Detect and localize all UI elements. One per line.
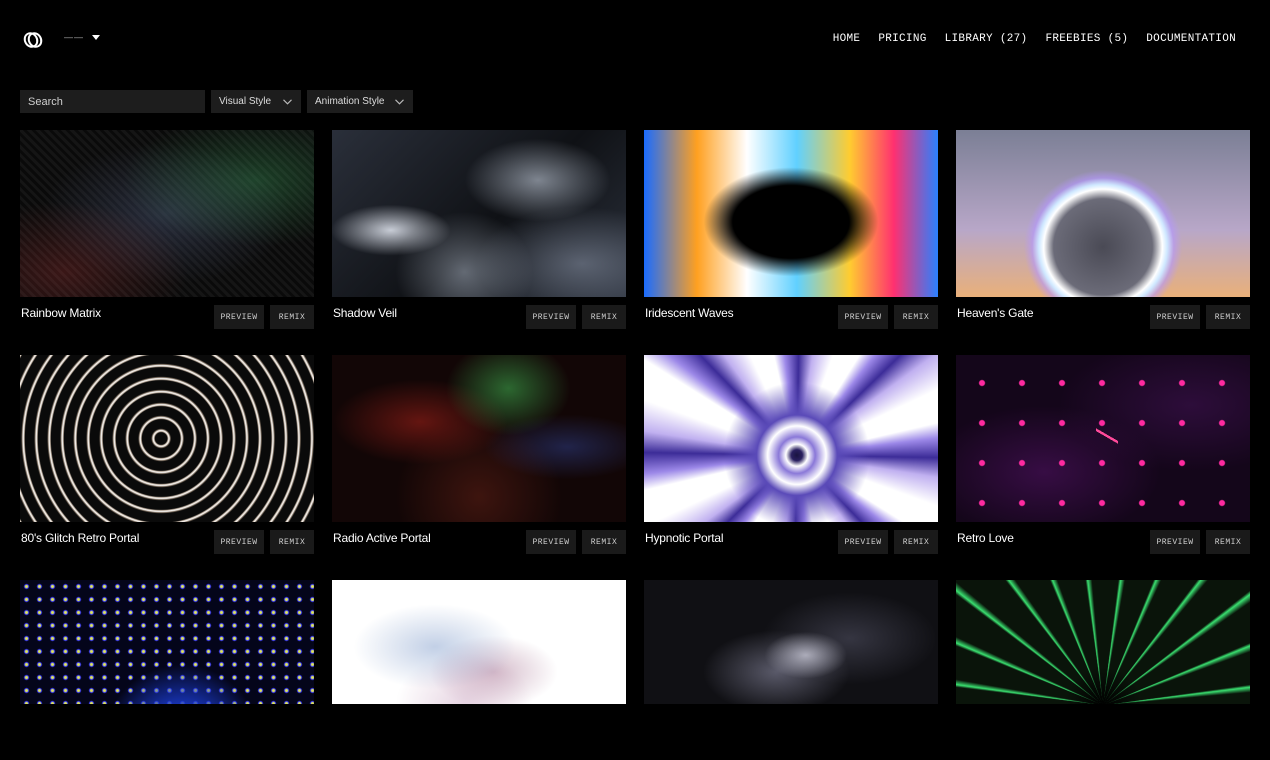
remix-button[interactable]: REMIX [270, 305, 314, 329]
shader-card: Hypnotic Portal PREVIEW REMIX [644, 355, 938, 555]
preview-button[interactable]: PREVIEW [838, 530, 888, 554]
nav-pricing[interactable]: PRICING [872, 31, 932, 47]
nav-documentation[interactable]: DOCUMENTATION [1140, 31, 1242, 47]
chevron-down-icon [283, 98, 292, 105]
filter-bar: Visual Style Animation Style [20, 90, 413, 113]
shader-title: 80's Glitch Retro Portal [21, 531, 140, 545]
shader-card [332, 580, 626, 704]
caret-down-icon [92, 34, 100, 40]
shader-card [956, 580, 1250, 704]
remix-button[interactable]: REMIX [582, 305, 626, 329]
remix-button[interactable]: REMIX [1206, 530, 1250, 554]
remix-button[interactable]: REMIX [270, 530, 314, 554]
language-selector[interactable]: —— [64, 32, 100, 42]
top-header: —— HOME PRICING LIBRARY (27) FREEBIES (5… [0, 0, 1270, 80]
search-input[interactable] [20, 90, 205, 113]
nav-library[interactable]: LIBRARY (27) [939, 31, 1034, 47]
shader-card: Retro Love PREVIEW REMIX [956, 355, 1250, 555]
preview-button[interactable]: PREVIEW [214, 305, 264, 329]
shader-title: Hypnotic Portal [645, 531, 724, 545]
remix-button[interactable]: REMIX [582, 530, 626, 554]
shader-thumbnail[interactable] [20, 355, 314, 522]
preview-button[interactable]: PREVIEW [1150, 305, 1200, 329]
shader-thumbnail[interactable] [644, 355, 938, 522]
shader-thumbnail[interactable] [956, 580, 1250, 704]
logo-icon[interactable] [22, 30, 44, 50]
shader-card [644, 580, 938, 704]
shader-thumbnail[interactable] [332, 130, 626, 297]
shader-card: Iridescent Waves PREVIEW REMIX [644, 130, 938, 330]
shader-thumbnail[interactable] [956, 130, 1250, 297]
shader-card: Shadow Veil PREVIEW REMIX [332, 130, 626, 330]
shader-grid: Rainbow Matrix PREVIEW REMIX Shadow Veil… [20, 130, 1250, 704]
remix-button[interactable]: REMIX [1206, 305, 1250, 329]
shader-card: 80's Glitch Retro Portal PREVIEW REMIX [20, 355, 314, 555]
animation-style-dropdown[interactable]: Animation Style [307, 90, 413, 113]
preview-button[interactable]: PREVIEW [1150, 530, 1200, 554]
language-label: —— [64, 32, 84, 42]
shader-title: Radio Active Portal [333, 531, 431, 545]
shader-card [20, 580, 314, 704]
shader-card: Heaven's Gate PREVIEW REMIX [956, 130, 1250, 330]
remix-button[interactable]: REMIX [894, 305, 938, 329]
visual-style-dropdown[interactable]: Visual Style [211, 90, 301, 113]
shader-thumbnail[interactable] [20, 130, 314, 297]
shader-thumbnail[interactable] [644, 580, 938, 704]
shader-card: Radio Active Portal PREVIEW REMIX [332, 355, 626, 555]
shader-card: Rainbow Matrix PREVIEW REMIX [20, 130, 314, 330]
nav-freebies[interactable]: FREEBIES (5) [1039, 31, 1134, 47]
chevron-down-icon [395, 98, 404, 105]
preview-button[interactable]: PREVIEW [214, 530, 264, 554]
shader-title: Iridescent Waves [645, 306, 734, 320]
shader-thumbnail[interactable] [332, 355, 626, 522]
animation-style-label: Animation Style [315, 96, 385, 107]
shader-title: Heaven's Gate [957, 306, 1034, 320]
main-nav: HOME PRICING LIBRARY (27) FREEBIES (5) D… [827, 31, 1242, 47]
shader-title: Shadow Veil [333, 306, 397, 320]
visual-style-label: Visual Style [219, 96, 272, 107]
shader-title: Retro Love [957, 531, 1014, 545]
shader-thumbnail[interactable] [644, 130, 938, 297]
shader-thumbnail[interactable] [332, 580, 626, 704]
nav-home[interactable]: HOME [827, 31, 867, 47]
preview-button[interactable]: PREVIEW [526, 305, 576, 329]
preview-button[interactable]: PREVIEW [838, 305, 888, 329]
shader-thumbnail[interactable] [956, 355, 1250, 522]
shader-title: Rainbow Matrix [21, 306, 101, 320]
remix-button[interactable]: REMIX [894, 530, 938, 554]
preview-button[interactable]: PREVIEW [526, 530, 576, 554]
shader-thumbnail[interactable] [20, 580, 314, 704]
